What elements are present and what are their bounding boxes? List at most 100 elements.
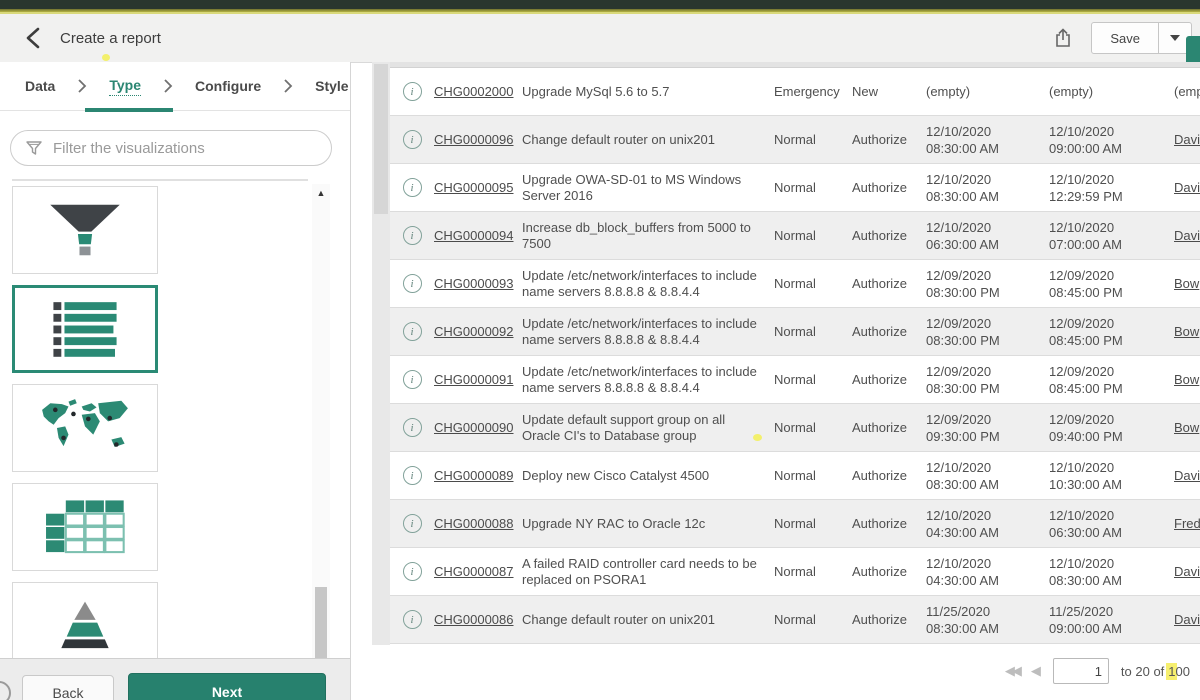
visualization-list bbox=[12, 186, 308, 681]
info-icon[interactable]: i bbox=[390, 274, 434, 293]
state-value: Authorize bbox=[852, 468, 926, 483]
start-date-value: 12/10/2020 04:30:00 AM bbox=[926, 555, 1049, 589]
info-icon[interactable]: i bbox=[390, 370, 434, 389]
short-description: Upgrade OWA-SD-01 to MS Windows Server 2… bbox=[522, 172, 774, 204]
record-number-link[interactable]: CHG0000093 bbox=[434, 276, 522, 291]
end-date-value: 12/09/2020 08:45:00 PM bbox=[1049, 315, 1174, 349]
total-rows-label: 100 bbox=[1168, 664, 1190, 679]
circled-i-icon: i bbox=[403, 370, 422, 389]
start-date-value: 12/09/2020 09:30:00 PM bbox=[926, 411, 1049, 445]
record-number-link[interactable]: CHG0000091 bbox=[434, 372, 522, 387]
info-icon[interactable]: i bbox=[390, 466, 434, 485]
scroll-up-icon[interactable]: ▲ bbox=[315, 188, 327, 198]
priority-value: Normal bbox=[774, 324, 852, 339]
info-icon[interactable]: i bbox=[390, 82, 434, 101]
state-value: Authorize bbox=[852, 372, 926, 387]
state-value: Authorize bbox=[852, 276, 926, 291]
first-page-icon[interactable]: ◀◀ bbox=[1005, 663, 1019, 679]
circled-i-icon: i bbox=[403, 514, 422, 533]
save-button[interactable]: Save bbox=[1091, 22, 1159, 54]
end-date-value: 12/09/2020 09:40:00 PM bbox=[1049, 411, 1174, 445]
record-number-link[interactable]: CHG0002000 bbox=[434, 84, 522, 99]
row-range-label: to 20 of bbox=[1121, 664, 1164, 679]
back-chevron-icon[interactable] bbox=[20, 25, 46, 51]
page-number-input[interactable] bbox=[1053, 658, 1109, 684]
info-icon[interactable]: i bbox=[390, 562, 434, 581]
record-number-link[interactable]: CHG0000088 bbox=[434, 516, 522, 531]
priority-value: Normal bbox=[774, 420, 852, 435]
priority-value: Emergency bbox=[774, 84, 852, 99]
world-map-icon bbox=[33, 395, 137, 461]
filter-input[interactable] bbox=[51, 139, 331, 158]
assignee-link[interactable]: David bbox=[1174, 612, 1200, 627]
short-description: Upgrade MySql 5.6 to 5.7 bbox=[522, 84, 774, 100]
info-icon[interactable]: i bbox=[390, 418, 434, 437]
circled-i-icon: i bbox=[403, 178, 422, 197]
record-number-link[interactable]: CHG0000087 bbox=[434, 564, 522, 579]
short-description: Upgrade NY RAC to Oracle 12c bbox=[522, 516, 774, 532]
assignee-link[interactable]: David bbox=[1174, 564, 1200, 579]
circled-i-icon: i bbox=[403, 562, 422, 581]
info-icon[interactable]: i bbox=[390, 178, 434, 197]
circled-i-icon: i bbox=[403, 274, 422, 293]
record-number-link[interactable]: CHG0000086 bbox=[434, 612, 522, 627]
viz-thumbnail-pivot-table[interactable] bbox=[12, 483, 158, 571]
info-icon[interactable]: i bbox=[390, 322, 434, 341]
previous-page-icon[interactable]: ◀ bbox=[1031, 663, 1041, 679]
table-row: i CHG0000090Update default support group … bbox=[390, 404, 1200, 452]
record-number-link[interactable]: CHG0000095 bbox=[434, 180, 522, 195]
funnel-filter-icon bbox=[25, 139, 43, 157]
assignee-link[interactable]: Bow bbox=[1174, 420, 1200, 435]
scrollbar-thumb[interactable] bbox=[315, 587, 327, 662]
viz-thumbnail-list[interactable] bbox=[12, 285, 158, 373]
wizard-breadcrumb: Data Type Configure Style bbox=[0, 62, 350, 111]
record-number-link[interactable]: CHG0000094 bbox=[434, 228, 522, 243]
tab-data[interactable]: Data bbox=[25, 78, 55, 94]
table-scrollbar-thumb[interactable] bbox=[374, 64, 388, 214]
viz-thumbnail-funnel[interactable] bbox=[12, 186, 158, 274]
assignee-link[interactable]: Bow bbox=[1174, 324, 1200, 339]
priority-value: Normal bbox=[774, 276, 852, 291]
priority-value: Normal bbox=[774, 564, 852, 579]
circled-i-icon: i bbox=[403, 418, 422, 437]
start-date-value: 12/09/2020 08:30:00 PM bbox=[926, 315, 1049, 349]
end-date-value: 12/10/2020 07:00:00 AM bbox=[1049, 219, 1174, 253]
sidebar-footer: Back Next bbox=[0, 658, 350, 700]
info-icon[interactable]: i bbox=[390, 514, 434, 533]
info-icon[interactable]: i bbox=[390, 226, 434, 245]
record-number-link[interactable]: CHG0000089 bbox=[434, 468, 522, 483]
assignee-link[interactable]: David bbox=[1174, 180, 1200, 195]
state-value: Authorize bbox=[852, 228, 926, 243]
assignee-link[interactable]: David bbox=[1174, 132, 1200, 147]
viz-thumbnail-world-map[interactable] bbox=[12, 384, 158, 472]
assignee-link[interactable]: Bow bbox=[1174, 276, 1200, 291]
circled-i-icon: i bbox=[403, 130, 422, 149]
pyramid-chart-icon bbox=[37, 597, 133, 655]
share-icon[interactable] bbox=[1049, 24, 1077, 52]
priority-value: Normal bbox=[774, 468, 852, 483]
tab-type[interactable]: Type bbox=[109, 77, 141, 96]
info-icon[interactable]: i bbox=[390, 130, 434, 149]
next-button[interactable]: Next bbox=[128, 673, 326, 700]
short-description: Deploy new Cisco Catalyst 4500 bbox=[522, 468, 774, 484]
viz-thumbnail-pyramid[interactable] bbox=[12, 582, 158, 670]
record-number-link[interactable]: CHG0000092 bbox=[434, 324, 522, 339]
end-date-value: 11/25/2020 09:00:00 AM bbox=[1049, 603, 1174, 637]
assignee-link[interactable]: Fred bbox=[1174, 516, 1200, 531]
top-dark-strip bbox=[0, 0, 1200, 9]
pagination: ◀◀ ◀ to 20 of 100 bbox=[1005, 656, 1190, 686]
assignee-link[interactable]: David bbox=[1174, 228, 1200, 243]
start-date-value: 12/09/2020 08:30:00 PM bbox=[926, 363, 1049, 397]
tab-configure[interactable]: Configure bbox=[195, 78, 261, 94]
assignee-link[interactable]: David bbox=[1174, 468, 1200, 483]
priority-value: Normal bbox=[774, 372, 852, 387]
priority-value: Normal bbox=[774, 132, 852, 147]
sidebar-scrollbar[interactable]: ▲ ▼ bbox=[312, 184, 330, 700]
assignee-link[interactable]: Bow bbox=[1174, 372, 1200, 387]
short-description: Update default support group on all Orac… bbox=[522, 412, 774, 444]
record-number-link[interactable]: CHG0000090 bbox=[434, 420, 522, 435]
back-button[interactable]: Back bbox=[22, 675, 114, 700]
tab-style[interactable]: Style bbox=[315, 78, 348, 94]
info-icon[interactable]: i bbox=[390, 610, 434, 629]
record-number-link[interactable]: CHG0000096 bbox=[434, 132, 522, 147]
